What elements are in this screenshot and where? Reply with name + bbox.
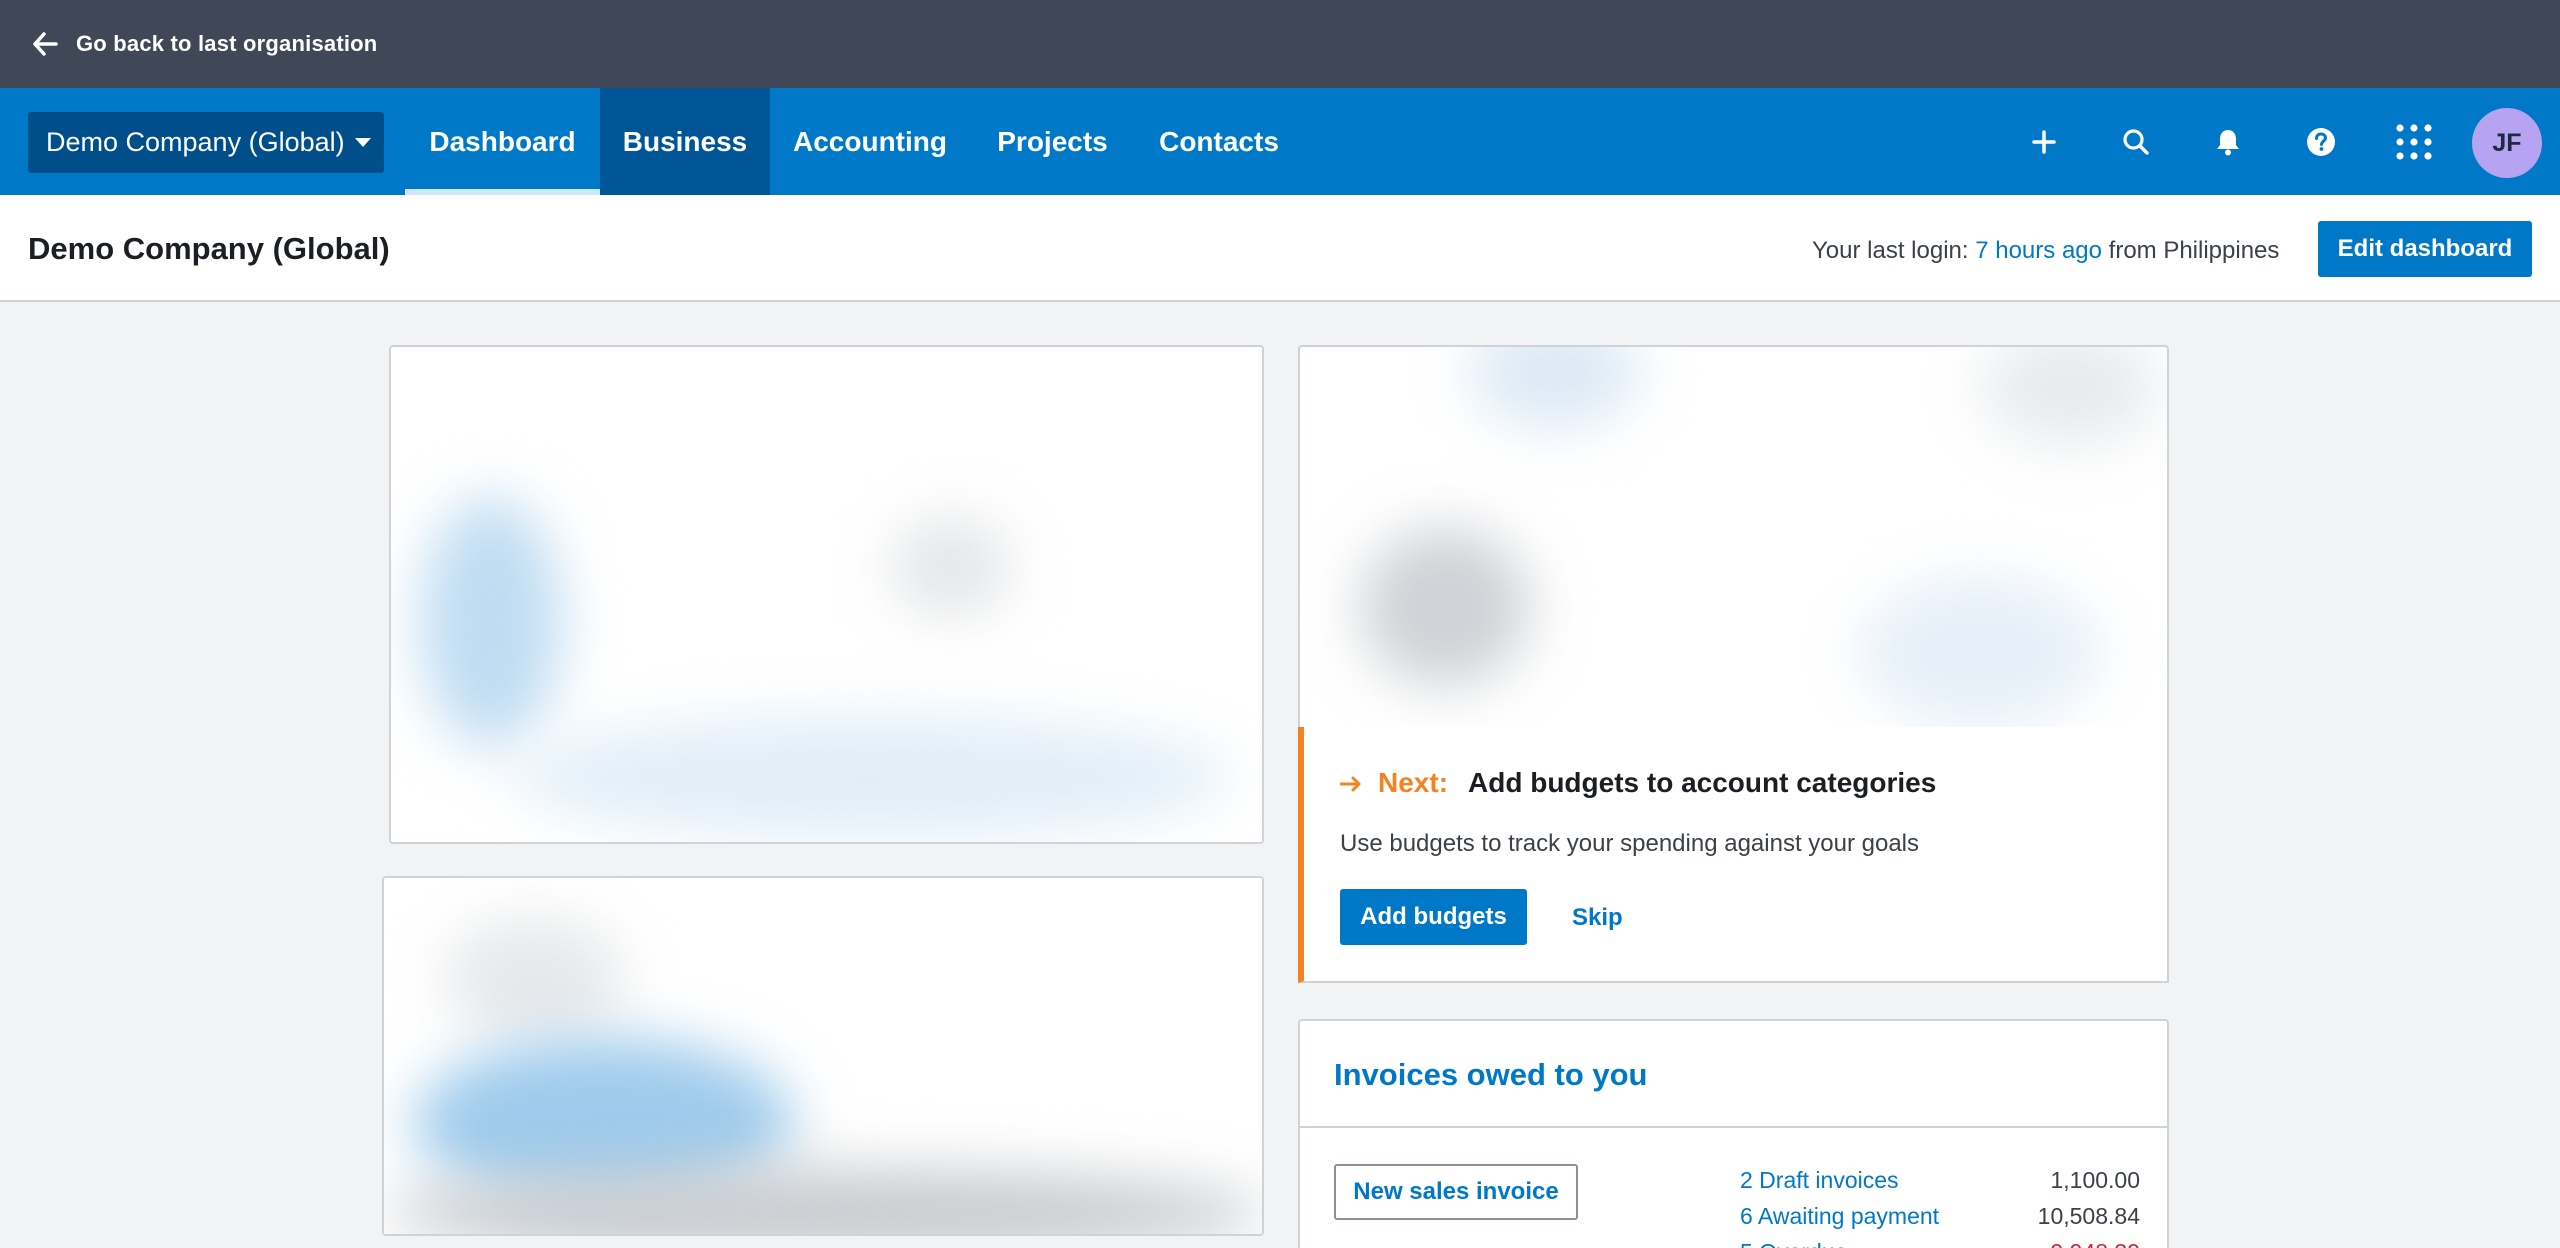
- apps-grid-icon[interactable]: [2388, 116, 2440, 168]
- awaiting-payment-amount: 10,508.84: [2037, 1203, 2140, 1229]
- next-step-description: Use budgets to track your spending again…: [1340, 830, 1920, 857]
- tab-accounting[interactable]: Accounting: [770, 88, 970, 195]
- back-to-org-link[interactable]: Go back to last organisation: [76, 31, 377, 57]
- invoices-owed-widget: Invoices owed to you New sales invoice 2…: [1298, 1019, 2169, 1248]
- blurred-shape: [891, 517, 1011, 617]
- invoice-summary-row: 6 Awaiting payment 10,508.84: [1740, 1203, 2140, 1230]
- last-login-time-link[interactable]: 7 hours ago: [1975, 237, 2102, 264]
- last-login-suffix: from Philippines: [2101, 237, 2280, 264]
- overdue-amount: 9,948.39: [2050, 1239, 2140, 1248]
- next-step-heading: Next: Add budgets to account categories: [1339, 767, 1937, 799]
- search-icon[interactable]: [2110, 116, 2162, 168]
- blurred-shape: [1980, 347, 2160, 447]
- blurred-shape: [1470, 347, 1640, 427]
- blurred-widget-bottom-left: [382, 876, 1264, 1236]
- back-to-org-bar[interactable]: Go back to last organisation: [0, 0, 2560, 88]
- skip-button[interactable]: Skip: [1572, 904, 1623, 932]
- invoices-owed-title[interactable]: Invoices owed to you: [1334, 1057, 1648, 1093]
- overdue-link[interactable]: 5 Overdue: [1740, 1239, 1847, 1248]
- blurred-shape: [1860, 577, 2100, 727]
- tab-projects[interactable]: Projects: [970, 88, 1135, 195]
- tab-contacts[interactable]: Contacts: [1135, 88, 1303, 195]
- divider: [1300, 1126, 2167, 1128]
- main-navigation: Demo Company (Global) Dashboard Business…: [0, 88, 2560, 195]
- tab-dashboard[interactable]: Dashboard: [405, 88, 600, 195]
- awaiting-payment-link[interactable]: 6 Awaiting payment: [1740, 1203, 1939, 1230]
- arrow-right-icon: [1339, 767, 1362, 799]
- arrow-left-icon: [30, 29, 60, 59]
- edit-dashboard-button[interactable]: Edit dashboard: [2318, 221, 2532, 277]
- add-budgets-button[interactable]: Add budgets: [1340, 889, 1527, 945]
- blurred-shape: [511, 717, 1231, 837]
- last-login-prefix: Your last login:: [1812, 237, 1976, 264]
- tab-business[interactable]: Business: [600, 88, 770, 195]
- organisation-switcher[interactable]: Demo Company (Global): [28, 112, 384, 173]
- blurred-widget-top-right: [1298, 345, 2169, 729]
- draft-invoices-link[interactable]: 2 Draft invoices: [1740, 1167, 1899, 1194]
- organisation-name: Demo Company (Global): [46, 127, 345, 157]
- new-sales-invoice-button[interactable]: New sales invoice: [1334, 1164, 1578, 1220]
- plus-icon[interactable]: [2018, 116, 2070, 168]
- blurred-shape: [444, 918, 624, 1038]
- blurred-shape: [421, 497, 561, 747]
- next-step-title: Add budgets to account categories: [1468, 767, 1937, 798]
- help-icon[interactable]: [2295, 116, 2347, 168]
- blurred-widget-top-left: [389, 345, 1264, 844]
- next-label: Next:: [1378, 767, 1449, 798]
- draft-invoices-amount: 1,100.00: [2050, 1167, 2140, 1193]
- user-avatar[interactable]: JF: [2472, 108, 2542, 178]
- caret-down-icon: [354, 138, 371, 147]
- next-step-card: Next: Add budgets to account categories …: [1298, 727, 2169, 983]
- bell-icon[interactable]: [2202, 116, 2254, 168]
- invoice-summary-row: 2 Draft invoices 1,100.00: [1740, 1167, 2140, 1194]
- blurred-shape: [1360, 527, 1530, 687]
- page-header: Demo Company (Global) Your last login: 7…: [0, 195, 2560, 302]
- invoice-summary-row: 5 Overdue 9,948.39: [1740, 1239, 2140, 1248]
- page-title: Demo Company (Global): [28, 231, 390, 266]
- last-login-info: Your last login: 7 hours ago from Philip…: [1812, 237, 2279, 265]
